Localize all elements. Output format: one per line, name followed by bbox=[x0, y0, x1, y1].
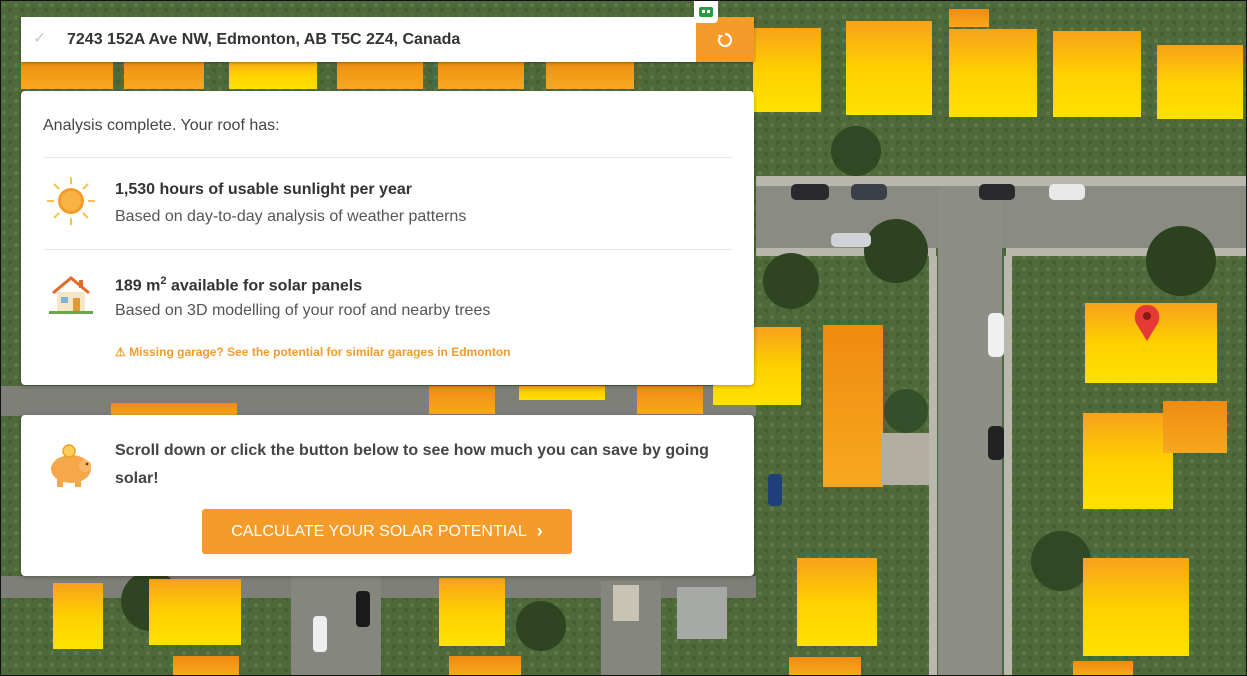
piggy-bank-icon bbox=[51, 444, 91, 487]
divider bbox=[43, 249, 733, 250]
area-title: 189 m2 available for solar panels bbox=[115, 275, 363, 295]
chat-bot-icon[interactable] bbox=[694, 1, 718, 23]
analysis-intro: Analysis complete. Your roof has: bbox=[43, 117, 280, 134]
address-text[interactable]: 7243 152A Ave NW, Edmonton, AB T5C 2Z4, … bbox=[67, 17, 460, 62]
cta-text: Scroll down or click the button below to… bbox=[115, 442, 709, 487]
app-frame: ✓ 7243 152A Ave NW, Edmonton, AB T5C 2Z4… bbox=[0, 0, 1247, 676]
check-icon: ✓ bbox=[33, 30, 47, 47]
address-search-bar[interactable]: ✓ 7243 152A Ave NW, Edmonton, AB T5C 2Z4… bbox=[21, 17, 754, 62]
area-subtitle: Based on 3D modelling of your roof and n… bbox=[115, 302, 491, 319]
calculate-solar-button[interactable]: CALCULATE YOUR SOLAR POTENTIAL › bbox=[202, 509, 572, 554]
house-icon bbox=[49, 276, 93, 314]
refresh-icon bbox=[717, 32, 733, 47]
sun-icon bbox=[47, 177, 95, 225]
analysis-card: Analysis complete. Your roof has: 1,530 … bbox=[21, 91, 754, 385]
sunlight-title: 1,530 hours of usable sunlight per year bbox=[115, 181, 412, 198]
warning-icon: ⚠ bbox=[115, 345, 126, 359]
chevron-right-icon: › bbox=[536, 521, 543, 541]
calculate-button-label: CALCULATE YOUR SOLAR POTENTIAL bbox=[231, 522, 527, 540]
sunlight-subtitle: Based on day-to-day analysis of weather … bbox=[115, 208, 467, 225]
divider bbox=[43, 157, 733, 158]
cta-card: Scroll down or click the button below to… bbox=[21, 415, 754, 576]
reset-search-button[interactable] bbox=[696, 17, 754, 62]
missing-garage-link[interactable]: ⚠ Missing garage? See the potential for … bbox=[115, 345, 511, 359]
